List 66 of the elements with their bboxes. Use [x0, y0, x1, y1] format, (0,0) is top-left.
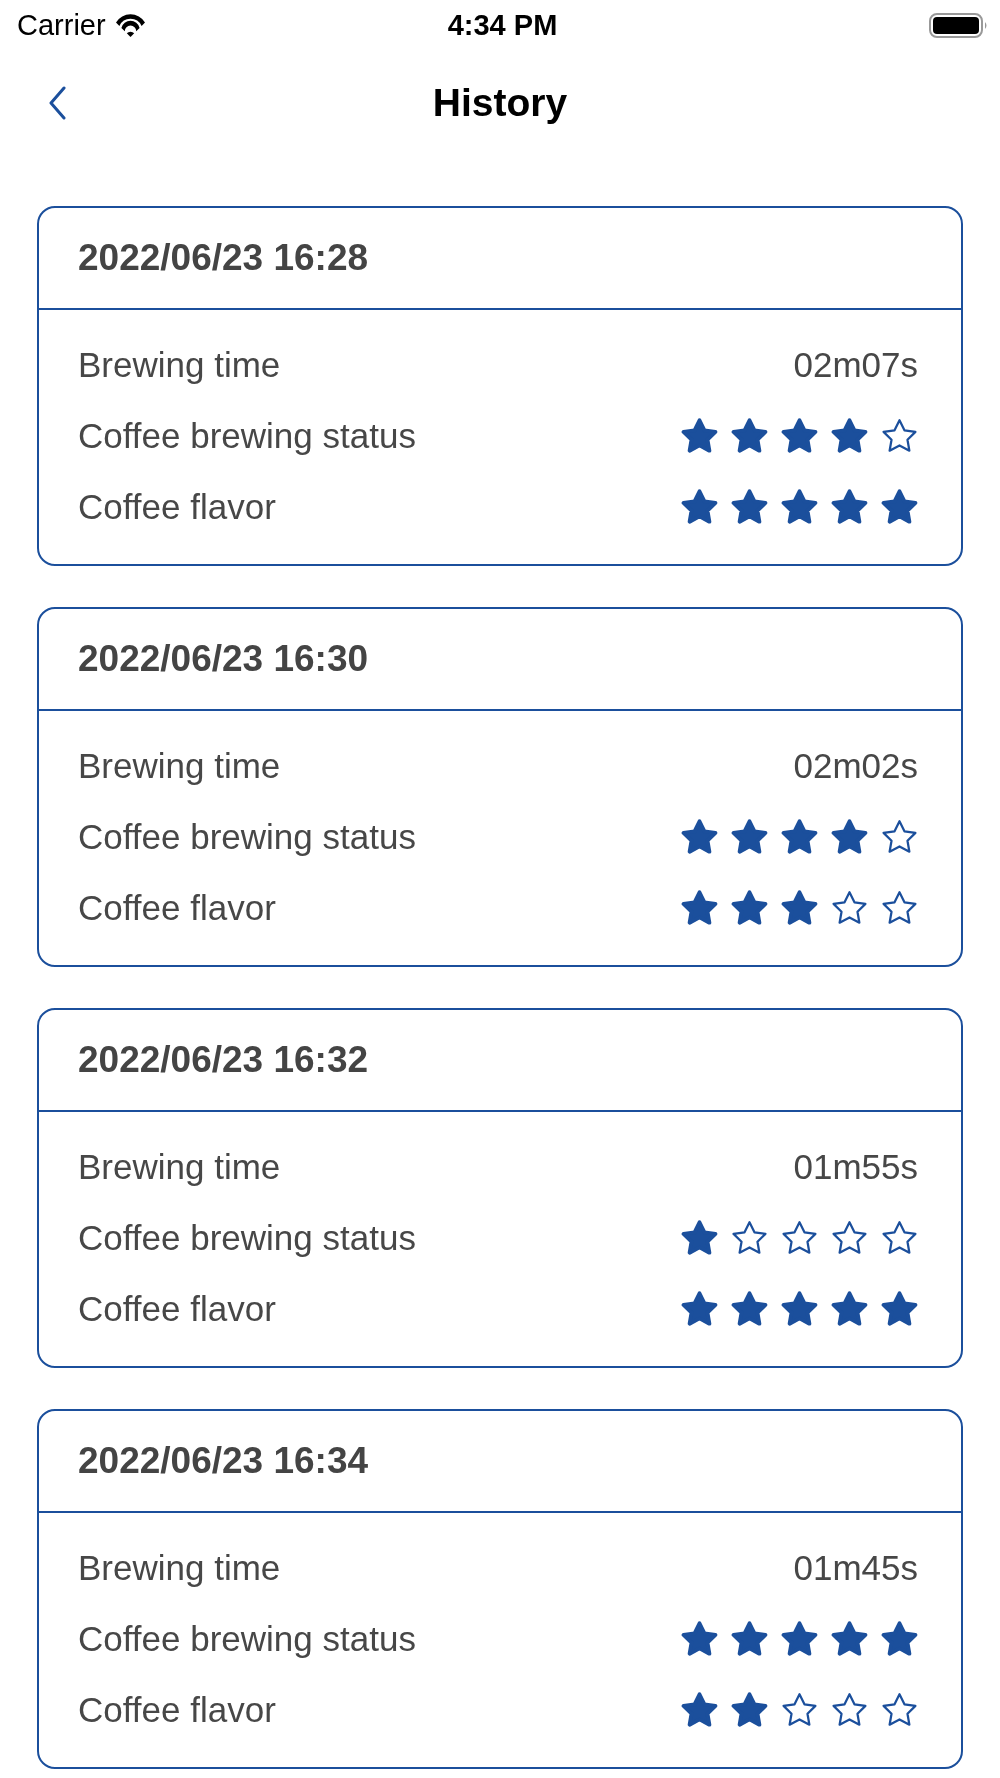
empty-star-icon	[831, 1220, 868, 1257]
filled-star-icon	[781, 1291, 818, 1328]
empty-star-icon	[781, 1220, 818, 1257]
filled-star-icon	[781, 890, 818, 927]
filled-star-icon	[831, 819, 868, 856]
filled-star-icon	[831, 489, 868, 526]
empty-star-icon	[831, 890, 868, 927]
filled-star-icon	[681, 1621, 718, 1658]
filled-star-icon	[881, 1291, 918, 1328]
filled-star-icon	[681, 489, 718, 526]
filled-star-icon	[731, 890, 768, 927]
filled-star-icon	[681, 1692, 718, 1729]
status-time: 4:34 PM	[447, 10, 558, 40]
empty-star-icon	[881, 890, 918, 927]
filled-star-icon	[881, 489, 918, 526]
filled-star-icon	[681, 1291, 718, 1328]
empty-star-icon	[881, 418, 918, 455]
filled-star-icon	[681, 1220, 718, 1257]
row-label: Coffee brewing status	[78, 1620, 416, 1659]
empty-star-icon	[881, 1220, 918, 1257]
chevron-left-icon[interactable]	[47, 85, 68, 120]
filled-star-icon	[831, 418, 868, 455]
empty-star-icon	[731, 1220, 768, 1257]
wifi-icon	[113, 13, 147, 37]
row-label: Coffee brewing status	[78, 1219, 416, 1258]
row-label: Brewing time	[78, 1549, 281, 1588]
row-value: 01m45s	[793, 1549, 918, 1588]
empty-star-icon	[781, 1692, 818, 1729]
filled-star-icon	[781, 489, 818, 526]
record-datetime: 2022/06/23 16:30	[78, 638, 369, 680]
empty-star-icon	[881, 1692, 918, 1729]
row-label: Brewing time	[78, 747, 281, 786]
filled-star-icon	[881, 1621, 918, 1658]
page-title: History	[432, 83, 568, 122]
filled-star-icon	[731, 418, 768, 455]
row-label: Brewing time	[78, 1148, 281, 1187]
filled-star-icon	[781, 1621, 818, 1658]
battery-icon	[929, 12, 988, 38]
empty-star-icon	[881, 819, 918, 856]
row-label: Coffee brewing status	[78, 818, 416, 857]
filled-star-icon	[731, 1621, 768, 1658]
row-label: Coffee flavor	[78, 889, 276, 928]
row-label: Coffee flavor	[78, 1290, 276, 1329]
record-datetime: 2022/06/23 16:34	[78, 1440, 369, 1482]
filled-star-icon	[781, 819, 818, 856]
filled-star-icon	[731, 819, 768, 856]
row-label: Brewing time	[78, 346, 281, 385]
filled-star-icon	[681, 890, 718, 927]
filled-star-icon	[731, 1692, 768, 1729]
row-value: 01m55s	[793, 1148, 918, 1187]
filled-star-icon	[731, 489, 768, 526]
filled-star-icon	[731, 1291, 768, 1328]
row-label: Coffee flavor	[78, 1691, 276, 1730]
carrier-label: Carrier	[17, 10, 106, 40]
filled-star-icon	[831, 1291, 868, 1328]
filled-star-icon	[781, 418, 818, 455]
filled-star-icon	[681, 819, 718, 856]
record-datetime: 2022/06/23 16:32	[78, 1039, 369, 1081]
record-datetime: 2022/06/23 16:28	[78, 237, 369, 279]
filled-star-icon	[681, 418, 718, 455]
row-value: 02m02s	[793, 747, 918, 786]
row-label: Coffee flavor	[78, 488, 276, 527]
empty-star-icon	[831, 1692, 868, 1729]
filled-star-icon	[831, 1621, 868, 1658]
row-label: Coffee brewing status	[78, 417, 416, 456]
row-value: 02m07s	[793, 346, 918, 385]
